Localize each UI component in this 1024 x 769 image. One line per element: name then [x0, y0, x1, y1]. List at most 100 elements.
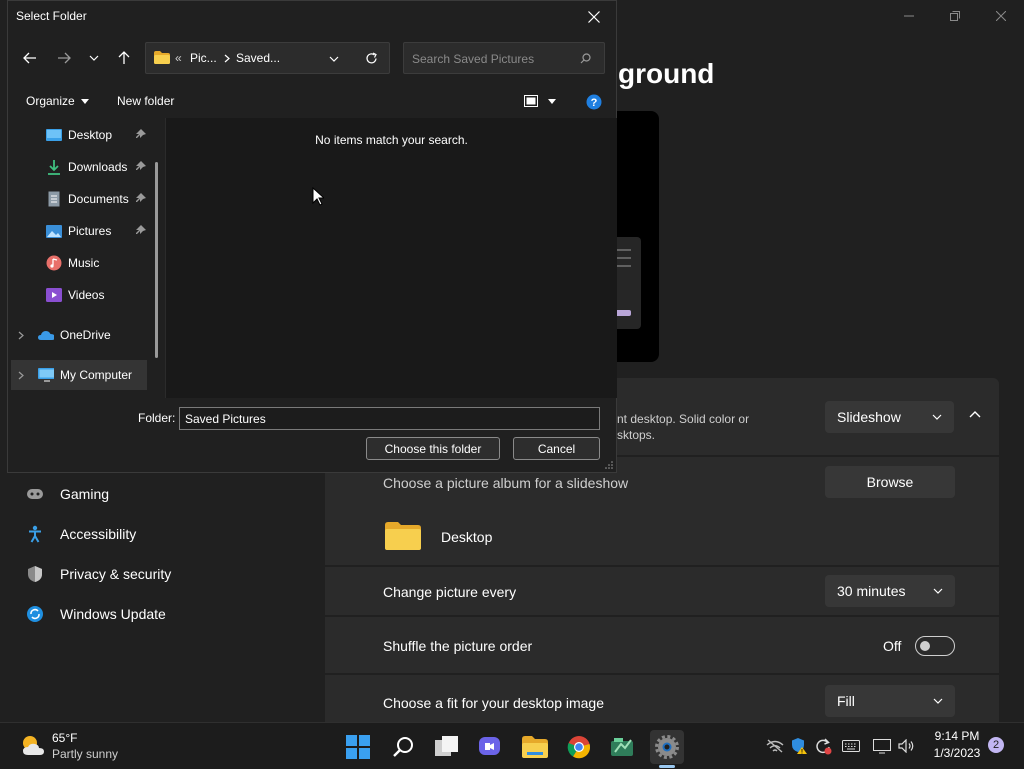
teams-chat-button[interactable]	[474, 730, 508, 764]
view-options-button[interactable]	[524, 95, 556, 107]
folder-icon	[384, 521, 422, 551]
display-icon[interactable]	[872, 736, 892, 756]
settings-icon	[655, 735, 679, 759]
taskbar: 65°F Partly sunny ! 9:14 PM 1/3/2023 2	[0, 722, 1024, 769]
nav-label-windows-update: Windows Update	[60, 606, 166, 622]
start-button[interactable]	[341, 730, 375, 764]
browse-button[interactable]: Browse	[825, 466, 955, 498]
nav-item-desktop[interactable]: Desktop	[46, 120, 154, 150]
choose-folder-button[interactable]: Choose this folder	[366, 437, 500, 460]
dialog-title: Select Folder	[16, 9, 87, 23]
search-icon[interactable]	[580, 53, 591, 64]
address-overflow[interactable]: «	[175, 51, 182, 65]
up-button[interactable]	[110, 44, 138, 72]
search-box[interactable]: Search Saved Pictures	[403, 42, 605, 74]
videos-icon	[46, 287, 62, 303]
volume-icon[interactable]	[897, 736, 917, 756]
minimize-button[interactable]	[886, 0, 932, 32]
settings-app-button[interactable]	[650, 730, 684, 764]
notification-badge[interactable]: 2	[988, 737, 1004, 753]
svg-text:?: ?	[591, 97, 598, 109]
nav-item-pictures[interactable]: Pictures	[46, 216, 154, 246]
cancel-button[interactable]: Cancel	[513, 437, 600, 460]
arrow-up-icon	[118, 51, 130, 64]
dialog-close-button[interactable]	[578, 3, 610, 31]
address-history-dropdown[interactable]	[329, 56, 339, 62]
folder-icon	[154, 51, 170, 64]
chevron-down-icon	[933, 698, 943, 704]
chevron-down-icon	[932, 414, 942, 420]
recent-locations-button[interactable]	[80, 44, 108, 72]
nav-item-gaming[interactable]: Gaming	[24, 476, 109, 512]
nav-item-my-computer[interactable]: My Computer	[11, 360, 147, 390]
chrome-button[interactable]	[562, 730, 596, 764]
breadcrumb-pictures[interactable]: Pic...	[190, 51, 217, 65]
change-picture-dropdown[interactable]: 30 minutes	[825, 575, 955, 607]
address-bar[interactable]: « Pic... Saved...	[145, 42, 390, 74]
arrow-right-icon	[58, 52, 71, 64]
nav-item-windows-update[interactable]: Windows Update	[24, 596, 166, 632]
expand-chevron-icon[interactable]	[18, 371, 28, 380]
clock-date[interactable]: 1/3/2023	[924, 746, 990, 760]
chrome-icon	[567, 736, 591, 759]
page-title: ground	[618, 58, 715, 89]
nav-item-music[interactable]: Music	[46, 248, 154, 278]
empty-message: No items match your search.	[315, 133, 468, 147]
chevron-down-icon	[329, 56, 339, 62]
folder-input[interactable]	[179, 407, 600, 430]
navigation-pane: Desktop Downloads Documents Pictures Mus…	[8, 118, 165, 398]
expand-chevron-icon[interactable]	[18, 331, 28, 340]
shield-icon	[24, 563, 46, 585]
back-button[interactable]	[16, 44, 44, 72]
desktop-folder-icon	[46, 127, 62, 143]
refresh-button[interactable]	[365, 52, 378, 65]
new-folder-button[interactable]: New folder	[117, 94, 174, 108]
breadcrumb-saved-pictures[interactable]: Saved...	[236, 51, 280, 65]
resize-grip-icon[interactable]	[605, 461, 613, 469]
music-icon	[46, 255, 62, 271]
nav-item-onedrive[interactable]: OneDrive	[18, 320, 158, 350]
close-window-button[interactable]	[978, 0, 1024, 32]
forward-button[interactable]	[50, 44, 78, 72]
background-type-dropdown[interactable]: Slideshow	[825, 401, 954, 433]
search-icon	[393, 737, 413, 757]
keyboard-icon[interactable]	[841, 736, 861, 756]
organize-button[interactable]: Organize	[26, 94, 89, 108]
pin-icon	[136, 129, 146, 139]
album-label: Choose a picture album for a slideshow	[383, 475, 629, 491]
weather-condition: Partly sunny	[52, 747, 119, 761]
network-off-icon[interactable]	[765, 736, 785, 756]
toggle-off-icon	[915, 636, 955, 656]
shuffle-card: Shuffle the picture order Off	[325, 617, 999, 673]
nav-label-accessibility: Accessibility	[60, 526, 137, 542]
start-icon	[346, 735, 370, 759]
sync-error-icon[interactable]	[813, 736, 833, 756]
caret-down-icon	[548, 98, 556, 104]
help-button[interactable]: ?	[586, 94, 602, 110]
nav-item-accessibility[interactable]: Accessibility	[24, 516, 136, 552]
nav-item-documents[interactable]: Documents	[46, 184, 154, 214]
nav-item-downloads[interactable]: Downloads	[46, 152, 154, 182]
restore-button[interactable]	[932, 0, 978, 32]
slideshow-album-card: Choose a picture album for a slideshow B…	[325, 457, 999, 565]
background-description: nt desktop. Solid color or sktops.	[617, 412, 750, 442]
windows-security-icon[interactable]: !	[789, 736, 809, 756]
onedrive-icon	[38, 327, 54, 343]
task-view-button[interactable]	[430, 730, 464, 764]
search-button[interactable]	[386, 730, 420, 764]
weather-widget[interactable]	[20, 733, 46, 757]
nav-label-privacy: Privacy & security	[60, 566, 172, 582]
nav-item-videos[interactable]: Videos	[46, 280, 154, 310]
chevron-down-icon	[933, 588, 943, 594]
navpane-scrollbar[interactable]	[155, 162, 158, 358]
collapse-button[interactable]	[969, 410, 981, 418]
chevron-right-icon	[224, 54, 230, 63]
file-explorer-button[interactable]	[518, 730, 552, 764]
clock-time[interactable]: 9:14 PM	[924, 729, 990, 743]
app-button[interactable]	[606, 730, 640, 764]
file-list[interactable]: No items match your search.	[165, 118, 617, 398]
shuffle-toggle[interactable]	[915, 636, 955, 656]
nav-item-privacy[interactable]: Privacy & security	[24, 556, 171, 592]
fit-dropdown[interactable]: Fill	[825, 685, 955, 717]
partly-sunny-icon	[23, 736, 44, 755]
